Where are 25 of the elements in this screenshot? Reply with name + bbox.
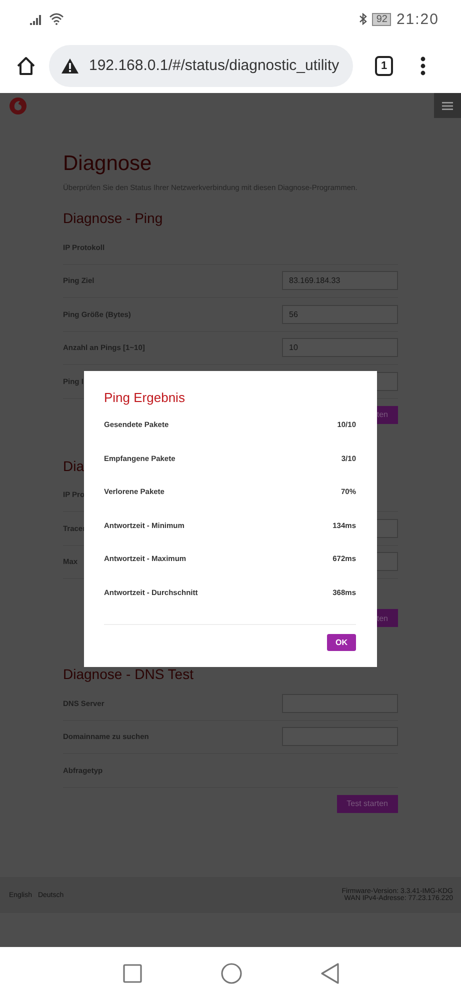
ok-button[interactable]: OK [327,634,356,651]
section-title: Diagnose - Ping [63,209,163,227]
section-title: Dia [63,456,84,474]
signal-icon [30,14,44,24]
input-field[interactable]: 56 [282,304,398,324]
warning-icon [61,58,79,74]
home-nav-icon[interactable] [220,962,242,984]
menu-button[interactable] [434,93,461,118]
battery-level: 92 [372,12,392,26]
tab-count-button[interactable]: 1 [375,56,393,76]
section-title: Diagnose - DNS Test [63,665,194,683]
dialog-title: Ping Ergebnis [104,389,186,407]
input-field[interactable]: 10 [282,338,398,358]
clock-time: 21:20 [396,10,439,28]
address-bar[interactable]: 192.168.0.1/#/status/diagnostic_utility [49,44,353,86]
start-test-button[interactable]: Test starten [336,794,398,812]
page-title: Diagnose [63,151,152,177]
menu-icon [442,102,453,110]
wifi-icon [49,13,64,25]
square-nav-icon[interactable] [122,964,142,982]
more-menu-icon[interactable] [420,56,426,76]
input-field[interactable]: 83.169.184.33 [282,271,398,290]
back-nav-icon[interactable] [320,962,338,984]
bluetooth-icon [359,13,368,25]
home-icon[interactable] [16,56,36,76]
